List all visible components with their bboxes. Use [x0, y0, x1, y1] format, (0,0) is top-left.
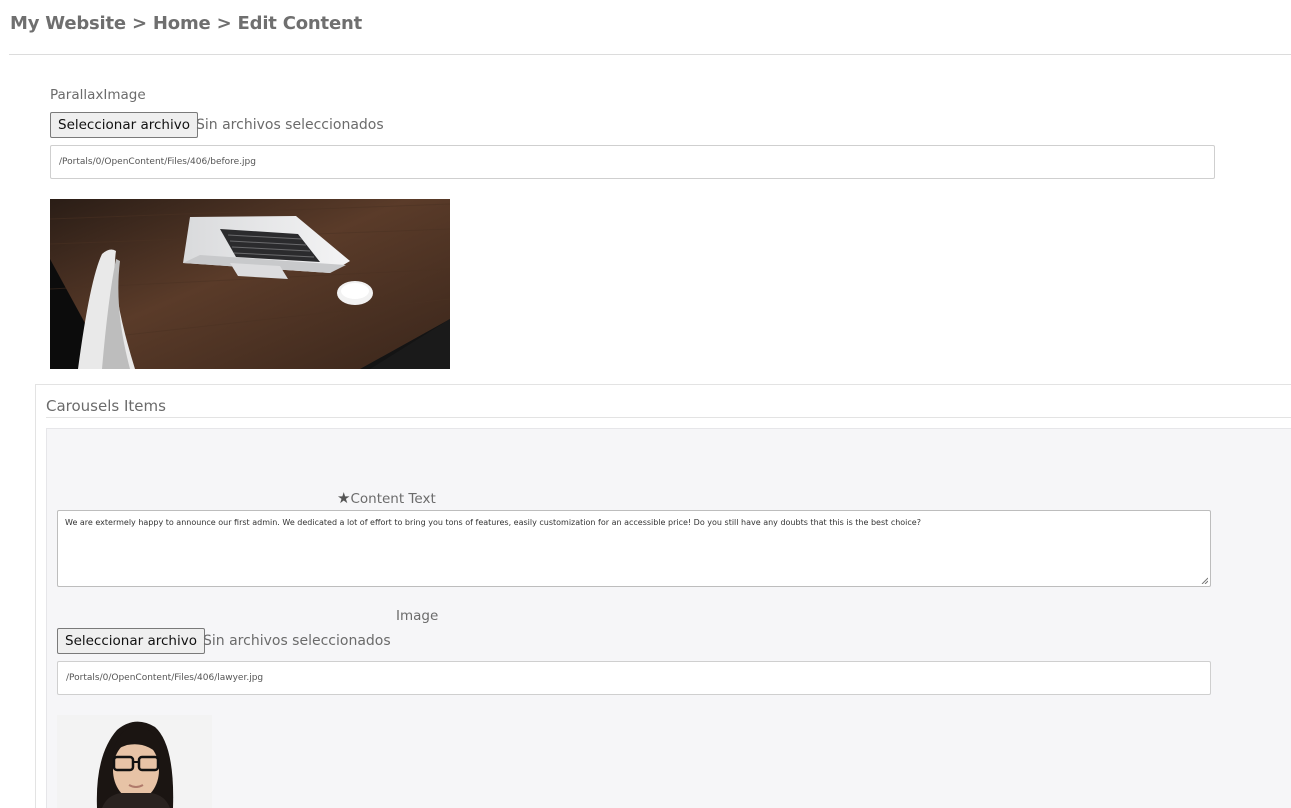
header-divider [9, 54, 1291, 55]
content-text-label-text: Content Text [350, 491, 436, 507]
breadcrumb: My Website > Home > Edit Content [10, 13, 362, 34]
laptop-photo [50, 199, 450, 369]
carousel-items-title: Carousels Items [46, 397, 166, 415]
carousel-item-body [46, 428, 1291, 808]
image-file-status: Sin archivos seleccionados [203, 633, 391, 649]
content-text-value: We are extermely happy to announce our f… [65, 518, 921, 527]
parallax-image-label: ParallaxImage [50, 87, 146, 103]
image-file-button[interactable]: Seleccionar archivo [57, 628, 205, 654]
carousel-divider [46, 417, 1291, 418]
parallax-path-input[interactable]: /Portals/0/OpenContent/Files/406/before.… [50, 145, 1215, 179]
image-path-input[interactable]: /Portals/0/OpenContent/Files/406/lawyer.… [57, 661, 1211, 695]
parallax-file-button[interactable]: Seleccionar archivo [50, 112, 198, 138]
content-text-area[interactable]: We are extermely happy to announce our f… [57, 510, 1211, 587]
person-photo [57, 715, 212, 808]
image-label: Image [396, 608, 439, 624]
parallax-file-status: Sin archivos seleccionados [196, 117, 384, 133]
resize-grip-icon[interactable] [1201, 577, 1208, 584]
star-icon: ★ [337, 489, 351, 507]
content-text-label: ★Content Text [337, 489, 436, 507]
